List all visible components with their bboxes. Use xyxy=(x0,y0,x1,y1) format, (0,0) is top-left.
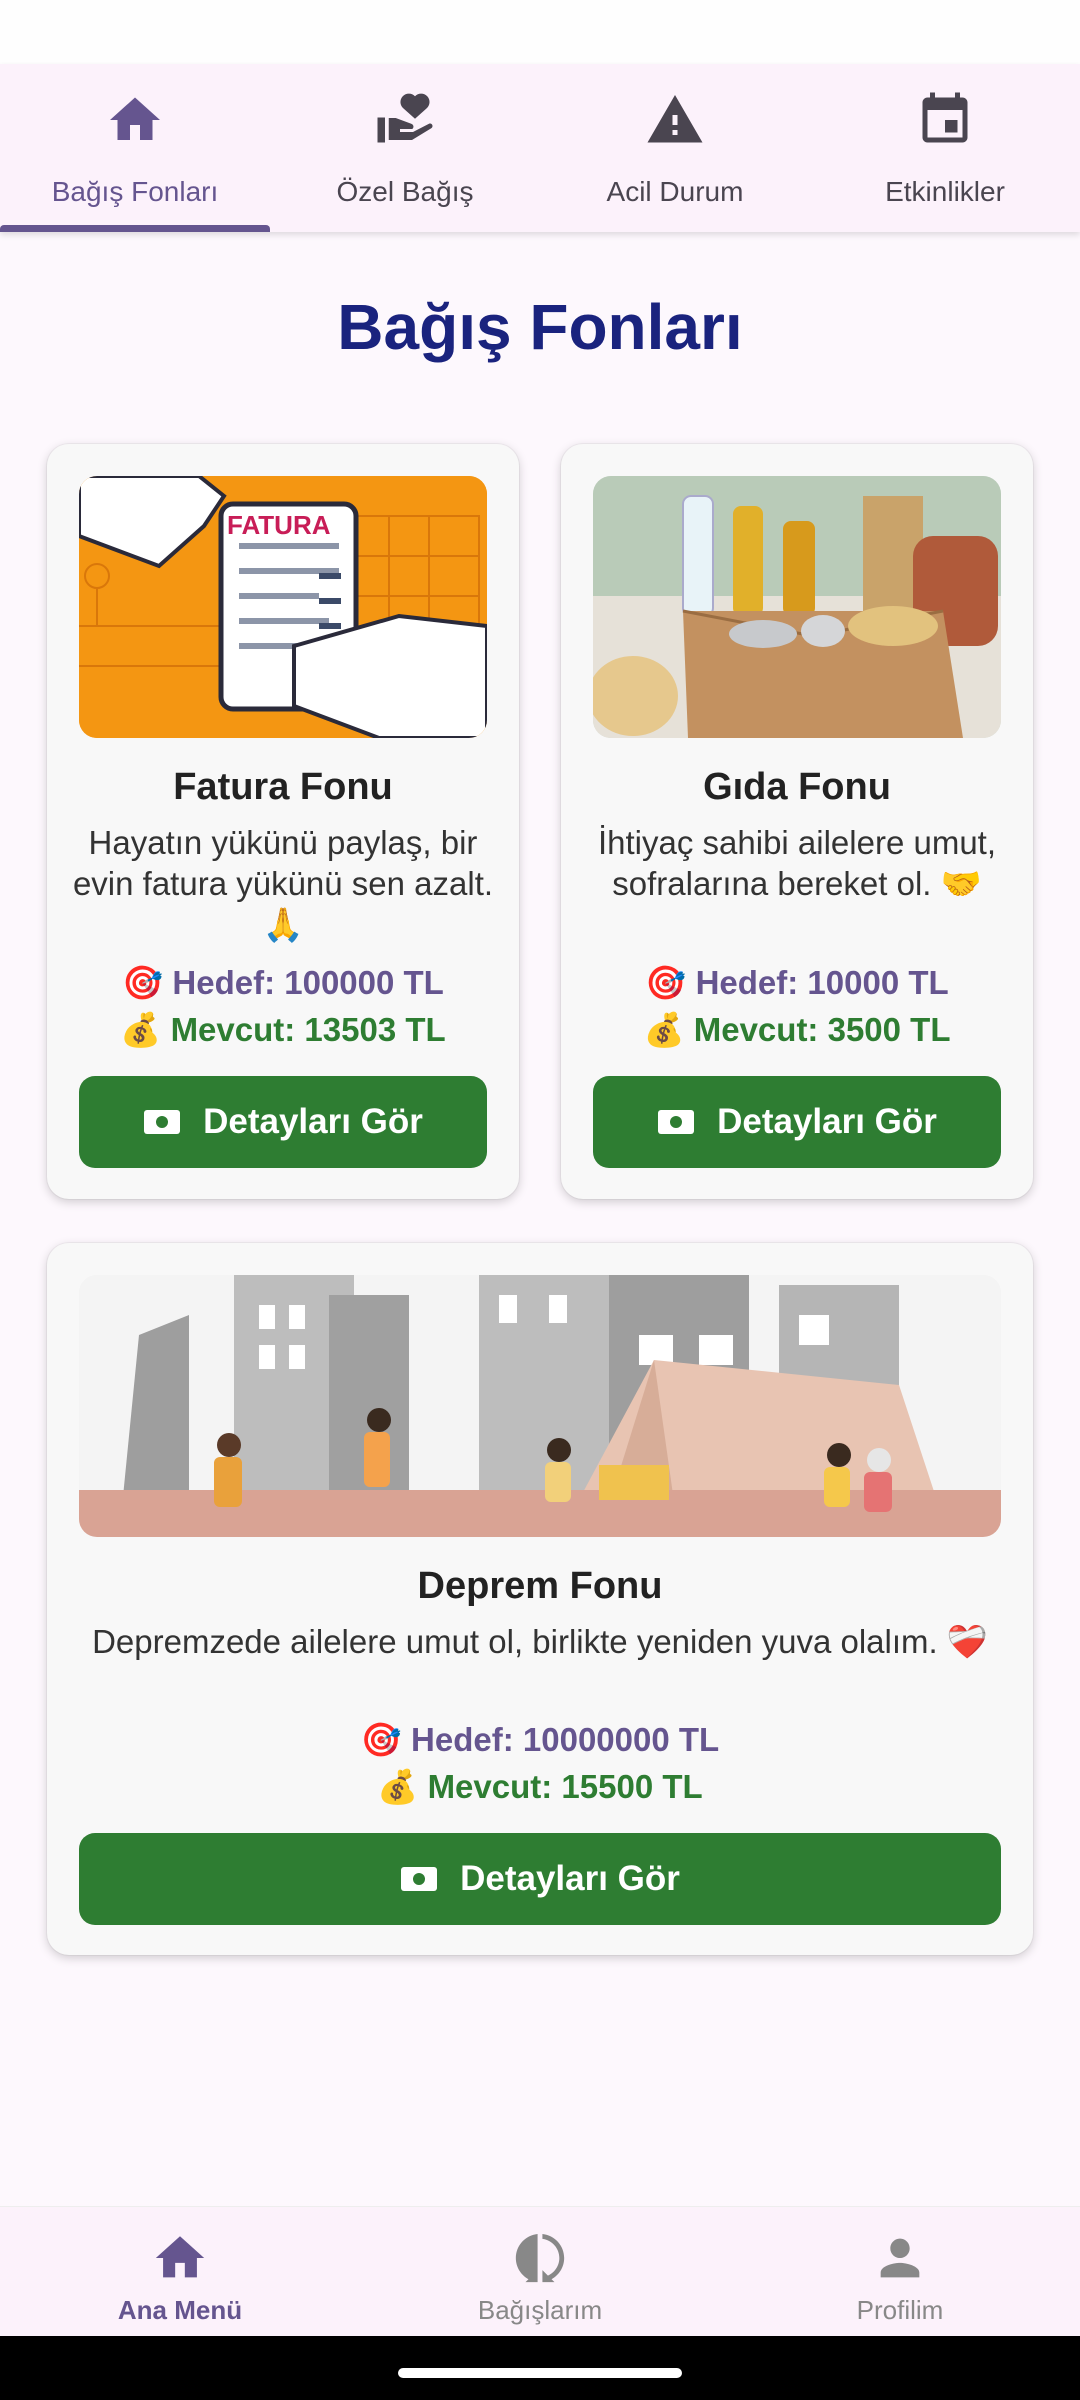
bottom-navigation: Ana Menü Bağışlarım Profilim xyxy=(0,2206,1080,2336)
tab-label: Bağış Fonları xyxy=(51,176,219,207)
gida-photo xyxy=(593,476,1001,738)
warning-icon xyxy=(647,95,703,143)
nav-label: Profilim xyxy=(856,2295,944,2325)
cash-icon xyxy=(144,1110,181,1134)
nav-bagislarim[interactable]: Bağışlarım xyxy=(360,2207,720,2336)
hand-heart-icon xyxy=(377,93,433,143)
page-title: Bağış Fonları xyxy=(337,291,743,363)
tab-bagis-fonlari[interactable]: Bağış Fonları xyxy=(0,64,270,232)
details-button[interactable]: Detayları Gör xyxy=(593,1076,1001,1168)
home-gesture-handle[interactable] xyxy=(398,2368,682,2378)
fund-card-deprem: Deprem Fonu Depremzede ailelere umut ol,… xyxy=(47,1243,1033,1955)
details-button-label: Detayları Gör xyxy=(203,1102,423,1141)
tab-ozel-bagis[interactable]: Özel Bağış xyxy=(270,64,540,232)
tab-label: Özel Bağış xyxy=(336,176,474,207)
active-tab-indicator xyxy=(0,225,270,232)
fund-card-fatura: FATURA Fatura Fonu Hayatın yükünü paylaş… xyxy=(47,444,519,1199)
fund-goal: 🎯 Hedef: 10000 TL xyxy=(645,964,949,1001)
fund-description: Hayatın yükünü paylaş, bir evin fatura y… xyxy=(72,824,494,943)
tab-label: Etkinlikler xyxy=(885,176,1005,207)
home-icon xyxy=(110,97,160,140)
nav-ana-menu[interactable]: Ana Menü xyxy=(0,2207,360,2336)
fund-goal: 🎯 Hedef: 100000 TL xyxy=(122,964,444,1001)
fatura-text: FATURA xyxy=(227,510,331,540)
fund-current: 💰 Mevcut: 13503 TL xyxy=(120,1011,446,1048)
deprem-illustration xyxy=(79,1275,1001,1537)
home-icon xyxy=(155,2236,205,2278)
status-bar xyxy=(0,0,1080,64)
details-button-label: Detayları Gör xyxy=(717,1102,937,1141)
nav-label: Bağışlarım xyxy=(477,2295,603,2325)
details-button[interactable]: Detayları Gör xyxy=(79,1833,1001,1925)
fund-current: 💰 Mevcut: 15500 TL xyxy=(377,1768,703,1805)
cash-icon xyxy=(401,1867,438,1891)
details-button-label: Detayları Gör xyxy=(460,1859,680,1898)
tab-etkinlikler[interactable]: Etkinlikler xyxy=(810,64,1080,232)
progress-circle-icon xyxy=(515,2233,565,2283)
fund-description: Depremzede ailelere umut ol, birlikte ye… xyxy=(92,1623,988,1660)
nav-label: Ana Menü xyxy=(117,2295,243,2325)
fund-title: Gıda Fonu xyxy=(703,766,891,808)
person-icon xyxy=(880,2238,920,2278)
fatura-illustration: FATURA xyxy=(79,476,487,738)
tab-label: Acil Durum xyxy=(606,176,744,207)
calendar-icon xyxy=(922,92,968,143)
fund-card-gida: Gıda Fonu İhtiyaç sahibi ailelere umut, … xyxy=(561,444,1033,1199)
top-tab-bar: Bağış Fonları Özel Bağış Acil Durum Etki… xyxy=(0,64,1080,232)
fund-current: 💰 Mevcut: 3500 TL xyxy=(643,1011,951,1048)
fund-title: Deprem Fonu xyxy=(417,1565,663,1607)
fund-description: İhtiyaç sahibi ailelere umut, sofraların… xyxy=(597,824,997,902)
nav-profilim[interactable]: Profilim xyxy=(720,2207,1080,2336)
fund-goal: 🎯 Hedef: 10000000 TL xyxy=(360,1721,720,1758)
cash-icon xyxy=(658,1110,695,1134)
details-button[interactable]: Detayları Gör xyxy=(79,1076,487,1168)
fund-title: Fatura Fonu xyxy=(173,766,393,808)
tab-acil-durum[interactable]: Acil Durum xyxy=(540,64,810,232)
